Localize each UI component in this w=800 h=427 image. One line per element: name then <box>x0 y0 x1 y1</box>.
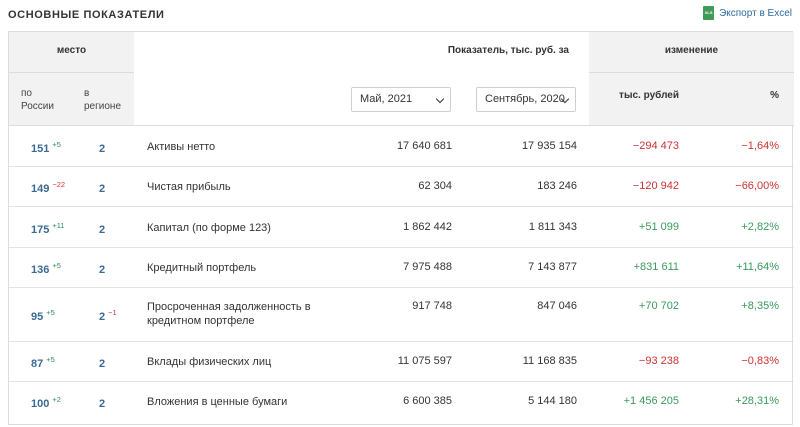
value-period1: 6 600 385 <box>403 395 452 407</box>
rank-russia: 87 +5 <box>31 355 55 370</box>
rank-delta: +11 <box>52 221 65 230</box>
indicator-name: Кредитный портфель <box>147 262 257 274</box>
indicator-name: Просроченная задолженность в кредитном п… <box>147 301 311 327</box>
region-delta: −1 <box>108 308 117 317</box>
rank-delta: +5 <box>52 261 61 270</box>
value-period2: 7 143 877 <box>528 261 577 273</box>
change-rub: −120 942 <box>632 180 679 192</box>
excel-file-icon <box>703 6 715 20</box>
change-pct: +11,64% <box>736 261 779 273</box>
change-pct: −0,83% <box>741 355 779 367</box>
value-period2: 183 246 <box>537 180 577 192</box>
value-period1: 7 975 488 <box>403 261 452 273</box>
rank-delta: +5 <box>52 140 61 149</box>
place-region-header: в регионе <box>84 88 122 112</box>
table-row: 100 +2 2 Вложения в ценные бумаги 6 600 385 5… <box>9 382 794 421</box>
rank-delta: +5 <box>46 355 55 364</box>
rank-russia: 149 −22 <box>31 180 66 195</box>
rank-delta: +2 <box>52 395 61 404</box>
indicator-name: Чистая прибыль <box>147 181 231 193</box>
rank-russia: 151 +5 <box>31 140 61 155</box>
table-row: 149 −22 2 Чистая прибыль 62 304 183 246 −120 9… <box>9 167 794 207</box>
change-pct: +28,31% <box>735 395 779 407</box>
value-period1: 1 862 442 <box>403 221 452 233</box>
change-header: изменение <box>664 45 719 56</box>
rank-russia: 175 +11 <box>31 221 65 236</box>
rank-delta: −22 <box>52 180 66 189</box>
rank-region: 2 <box>99 143 106 155</box>
table-row: 151 +5 2 Активы нетто 17 640 681 17 935 154 −2… <box>9 126 794 167</box>
value-period1: 917 748 <box>412 300 452 312</box>
place-header: место <box>56 45 87 56</box>
indicator-name: Вклады физических лиц <box>147 356 272 368</box>
indicator-header: Показатель, тыс. руб. за <box>447 45 569 56</box>
rank-region: 2 <box>99 358 106 370</box>
period1-select[interactable]: Май, 2021 <box>351 87 451 112</box>
change-rub: +51 099 <box>638 221 679 233</box>
value-period2: 11 168 835 <box>522 355 577 367</box>
change-rub: −294 473 <box>632 140 679 152</box>
export-excel-link[interactable]: Экспорт в Excel <box>703 6 792 20</box>
table-row: 136 +5 2 Кредитный портфель 7 975 488 7 143 8… <box>9 248 794 288</box>
rank-region: 2 <box>99 224 106 236</box>
change-pct: +8,35% <box>741 300 779 312</box>
value-period2: 5 144 180 <box>528 395 577 407</box>
table-row: 87 +5 2 Вклады физических лиц 11 075 597 11 1… <box>9 342 794 382</box>
value-period1: 62 304 <box>418 180 452 192</box>
value-period2: 1 811 343 <box>528 221 577 233</box>
change-rub: +831 611 <box>633 261 679 273</box>
section-title: ОСНОВНЫЕ ПОКАЗАТЕЛИ <box>8 9 165 21</box>
rank-russia: 100 +2 <box>31 395 61 410</box>
indicator-name: Вложения в ценные бумаги <box>147 396 288 408</box>
change-pct: +2,82% <box>741 221 779 233</box>
period1-value: Май, 2021 <box>360 93 413 105</box>
export-label: Экспорт в Excel <box>719 7 792 19</box>
change-rub-header: тыс. рублей <box>619 90 679 101</box>
change-rub: −93 238 <box>638 355 679 367</box>
indicator-name: Активы нетто <box>147 141 216 153</box>
change-pct: −66,00% <box>735 180 779 192</box>
value-period2: 17 935 154 <box>521 140 577 152</box>
rank-delta: +5 <box>46 308 55 317</box>
change-rub: +70 702 <box>638 300 679 312</box>
value-period2: 847 046 <box>537 300 577 312</box>
period2-value: Сентябрь, 2020 <box>485 93 565 105</box>
change-rub: +1 456 205 <box>623 395 679 407</box>
change-pct: −1,64% <box>741 140 779 152</box>
value-period1: 11 075 597 <box>397 355 452 367</box>
rank-region: 2 <box>99 183 106 195</box>
rank-region: 2 −1 <box>99 308 117 323</box>
rank-region: 2 <box>99 398 106 410</box>
rank-region: 2 <box>99 264 106 276</box>
rank-russia: 95 +5 <box>31 308 55 323</box>
indicators-table: место по России в регионе Показатель, ты… <box>8 31 794 425</box>
table-row: 95 +5 2 −1 Просроченная задолженность в кред… <box>9 288 794 342</box>
place-russia-header: по России <box>21 88 54 112</box>
value-period1: 17 640 681 <box>396 140 452 152</box>
change-pct-header: % <box>770 90 779 101</box>
rank-russia: 136 +5 <box>31 261 61 276</box>
indicator-name: Капитал (по форме 123) <box>147 222 271 234</box>
chevron-down-icon <box>435 94 445 104</box>
period2-select[interactable]: Сентябрь, 2020 <box>476 87 576 112</box>
table-row: 175 +11 2 Капитал (по форме 123) 1 862 442 1 … <box>9 207 794 248</box>
